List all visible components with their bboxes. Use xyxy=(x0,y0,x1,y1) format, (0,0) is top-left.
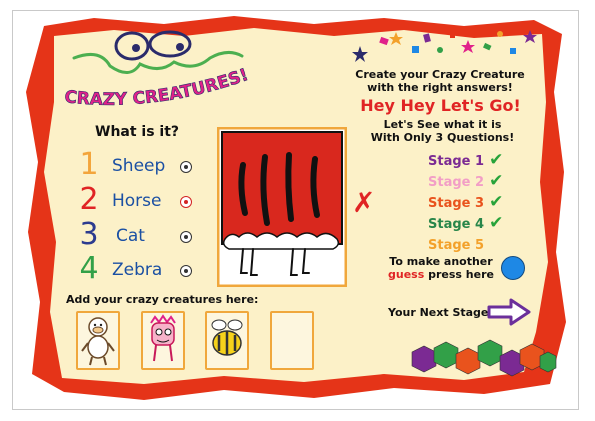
guess-rest: press here xyxy=(424,268,494,281)
confetti-decoration xyxy=(352,30,537,62)
creature-slot-3[interactable] xyxy=(205,311,249,370)
check-icon: ✔ xyxy=(489,213,504,233)
stage-4: Stage 4 ✔ xyxy=(428,213,528,234)
toy-blocks-decoration xyxy=(411,339,557,377)
option-2[interactable]: 2 Horse xyxy=(76,185,196,217)
creature-slot-2[interactable] xyxy=(141,311,185,370)
bee-icon xyxy=(211,319,243,356)
option-number-2: 2 xyxy=(79,182,99,217)
option-number-4: 4 xyxy=(79,251,99,286)
logo-text: CRAZY CREATURES! xyxy=(63,65,251,110)
option-label-2: Horse xyxy=(112,191,162,211)
option-4[interactable]: 4 Zebra xyxy=(76,254,196,286)
logo-text-svg: CRAZY CREATURES! xyxy=(63,65,251,110)
monkey-icon xyxy=(81,317,115,366)
check-icon: ✔ xyxy=(489,171,504,191)
option-number-1: 1 xyxy=(79,147,99,182)
stage-3-label: Stage 3 xyxy=(428,196,485,211)
question-prompt: What is it? xyxy=(95,124,180,140)
option-number-3: 3 xyxy=(79,217,99,252)
guess-line-1: To make another xyxy=(389,255,493,268)
option-label-4: Zebra xyxy=(112,260,163,280)
check-icon: ✔ xyxy=(489,150,504,170)
svg-text:CRAZY CREATURES!: CRAZY CREATURES! xyxy=(63,65,251,110)
wrong-answer-mark: ✗ xyxy=(352,186,376,219)
stage-5-label: Stage 5 xyxy=(428,238,485,253)
option-3[interactable]: 3 Cat xyxy=(76,220,196,252)
sub-line-1: Let's See what it is xyxy=(383,118,502,131)
guess-again-button[interactable] xyxy=(501,256,525,280)
check-icon: ✔ xyxy=(489,192,504,212)
next-stage-arrow-icon[interactable] xyxy=(487,298,531,326)
intro-line-2: with the right answers! xyxy=(367,81,513,94)
option-radio-4[interactable] xyxy=(180,265,192,277)
option-radio-1[interactable] xyxy=(180,161,192,173)
creature-slot-4-empty[interactable] xyxy=(270,311,314,370)
stage-5: Stage 5 xyxy=(428,234,528,255)
crazy-creature-icon xyxy=(150,314,176,362)
stage-2: Stage 2 ✔ xyxy=(428,171,528,192)
option-1[interactable]: 1 Sheep xyxy=(76,150,196,182)
stage-1-label: Stage 1 xyxy=(428,154,485,169)
creature-slot-1[interactable] xyxy=(76,311,120,370)
creature-picture xyxy=(217,127,347,287)
option-radio-3[interactable] xyxy=(180,231,192,243)
stage-3: Stage 3 ✔ xyxy=(428,192,528,213)
add-creatures-label: Add your crazy creatures here: xyxy=(66,293,259,306)
option-label-3: Cat xyxy=(116,226,145,246)
stage-list: Stage 1 ✔ Stage 2 ✔ Stage 3 ✔ Stage 4 ✔ … xyxy=(428,150,528,255)
guess-highlight: guess xyxy=(388,268,425,281)
sub-line-2: With Only 3 Questions! xyxy=(370,131,515,144)
intro-line-1: Create your Crazy Creature xyxy=(355,68,525,81)
headline: Hey Hey Let's Go! xyxy=(360,96,521,115)
next-stage-label: Your Next Stage xyxy=(388,306,489,319)
guess-line-2: guess press here xyxy=(388,268,494,281)
stage-2-label: Stage 2 xyxy=(428,175,485,190)
stage-4-label: Stage 4 xyxy=(428,217,485,232)
option-label-1: Sheep xyxy=(112,156,166,176)
option-radio-2-selected[interactable] xyxy=(180,196,192,208)
stage-1: Stage 1 ✔ xyxy=(428,150,528,171)
